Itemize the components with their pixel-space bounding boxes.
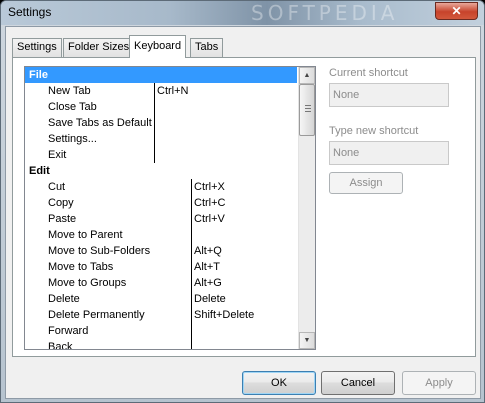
command-name: Forward [48,325,89,337]
command-name: Cut [48,181,66,193]
list-item[interactable]: Delete Delete [25,291,297,307]
command-shortcut: Ctrl+V [194,213,225,225]
scroll-thumb[interactable] [299,84,315,136]
list-scrollbar[interactable]: ▲ ▼ [298,67,315,349]
settings-window: Settings SOFTPEDIA ✕ Settings Folder Siz… [0,0,485,403]
tab-folder-sizes[interactable]: Folder Sizes [63,38,135,57]
list-item[interactable]: Move to Parent [25,227,297,243]
scroll-down-button[interactable]: ▼ [299,332,315,349]
command-shortcut: Ctrl+C [194,197,226,209]
command-shortcut: Alt+T [194,261,220,273]
keyboard-panel: File New Tab Ctrl+N Close Tab Save Tabs a… [12,57,476,357]
dialog-client-area: Settings Folder Sizes Keyboard Tabs File… [5,26,481,399]
tab-settings[interactable]: Settings [12,38,62,57]
command-shortcut: Shift+Delete [194,309,255,321]
window-title: Settings [8,5,52,19]
command-name: Exit [48,149,67,161]
list-item[interactable]: New Tab Ctrl+N [25,83,297,99]
apply-button[interactable]: Apply [402,371,476,395]
command-name: Save Tabs as Default [48,117,152,129]
watermark: SOFTPEDIA [251,1,399,25]
list-item[interactable]: Forward [25,323,297,339]
command-list[interactable]: File New Tab Ctrl+N Close Tab Save Tabs a… [24,66,316,350]
list-item[interactable]: Close Tab [25,99,297,115]
command-list-items: File New Tab Ctrl+N Close Tab Save Tabs a… [25,67,297,349]
cancel-button[interactable]: Cancel [321,371,395,395]
command-name: Delete Permanently [48,309,145,321]
command-name: New Tab [48,85,91,97]
current-shortcut-label: Current shortcut [329,67,408,79]
command-name: Close Tab [48,101,97,113]
command-shortcut: Alt+Q [194,245,222,257]
grip-line [305,111,311,112]
group-header-edit[interactable]: Edit [25,163,297,179]
close-button[interactable]: ✕ [435,2,478,20]
tab-tabs[interactable]: Tabs [190,38,224,57]
list-item[interactable]: Move to Sub-Folders Alt+Q [25,243,297,259]
command-name: Paste [48,213,77,225]
list-item[interactable]: Settings... [25,131,297,147]
command-name: Settings... [48,133,97,145]
arrow-up-icon: ▲ [303,72,311,79]
list-item[interactable]: Back [25,339,297,349]
file-column-divider [154,83,155,163]
tab-keyboard[interactable]: Keyboard [129,35,187,58]
list-item[interactable]: Delete Permanently Shift+Delete [25,307,297,323]
assign-button[interactable]: Assign [329,172,403,194]
arrow-down-icon: ▼ [303,337,311,344]
list-item[interactable]: Copy Ctrl+C [25,195,297,211]
command-name: Copy [48,197,74,209]
command-shortcut: Alt+G [194,277,222,289]
command-shortcut: Ctrl+X [194,181,225,193]
new-shortcut-label: Type new shortcut [329,125,419,137]
command-name: Move to Groups [48,277,127,289]
command-shortcut: Ctrl+N [157,85,189,97]
current-shortcut-field: None [329,83,449,107]
command-name: Back [48,341,73,349]
grip-line [305,108,311,109]
title-bar[interactable]: Settings SOFTPEDIA ✕ [1,1,484,25]
command-name: Move to Sub-Folders [48,245,151,257]
command-name: Move to Parent [48,229,123,241]
new-shortcut-field[interactable]: None [329,141,449,165]
command-name: Delete [48,293,80,305]
group-header-file[interactable]: File [25,67,297,83]
command-shortcut: Delete [194,293,226,305]
ok-button[interactable]: OK [242,371,316,395]
edit-column-divider [191,179,192,349]
scroll-up-button[interactable]: ▲ [299,67,315,84]
list-item[interactable]: Move to Groups Alt+G [25,275,297,291]
list-item[interactable]: Exit [25,147,297,163]
command-name: Move to Tabs [48,261,114,273]
list-item[interactable]: Paste Ctrl+V [25,211,297,227]
close-icon: ✕ [451,4,462,18]
list-item[interactable]: Move to Tabs Alt+T [25,259,297,275]
list-item[interactable]: Save Tabs as Default [25,115,297,131]
list-item[interactable]: Cut Ctrl+X [25,179,297,195]
grip-line [305,105,311,106]
